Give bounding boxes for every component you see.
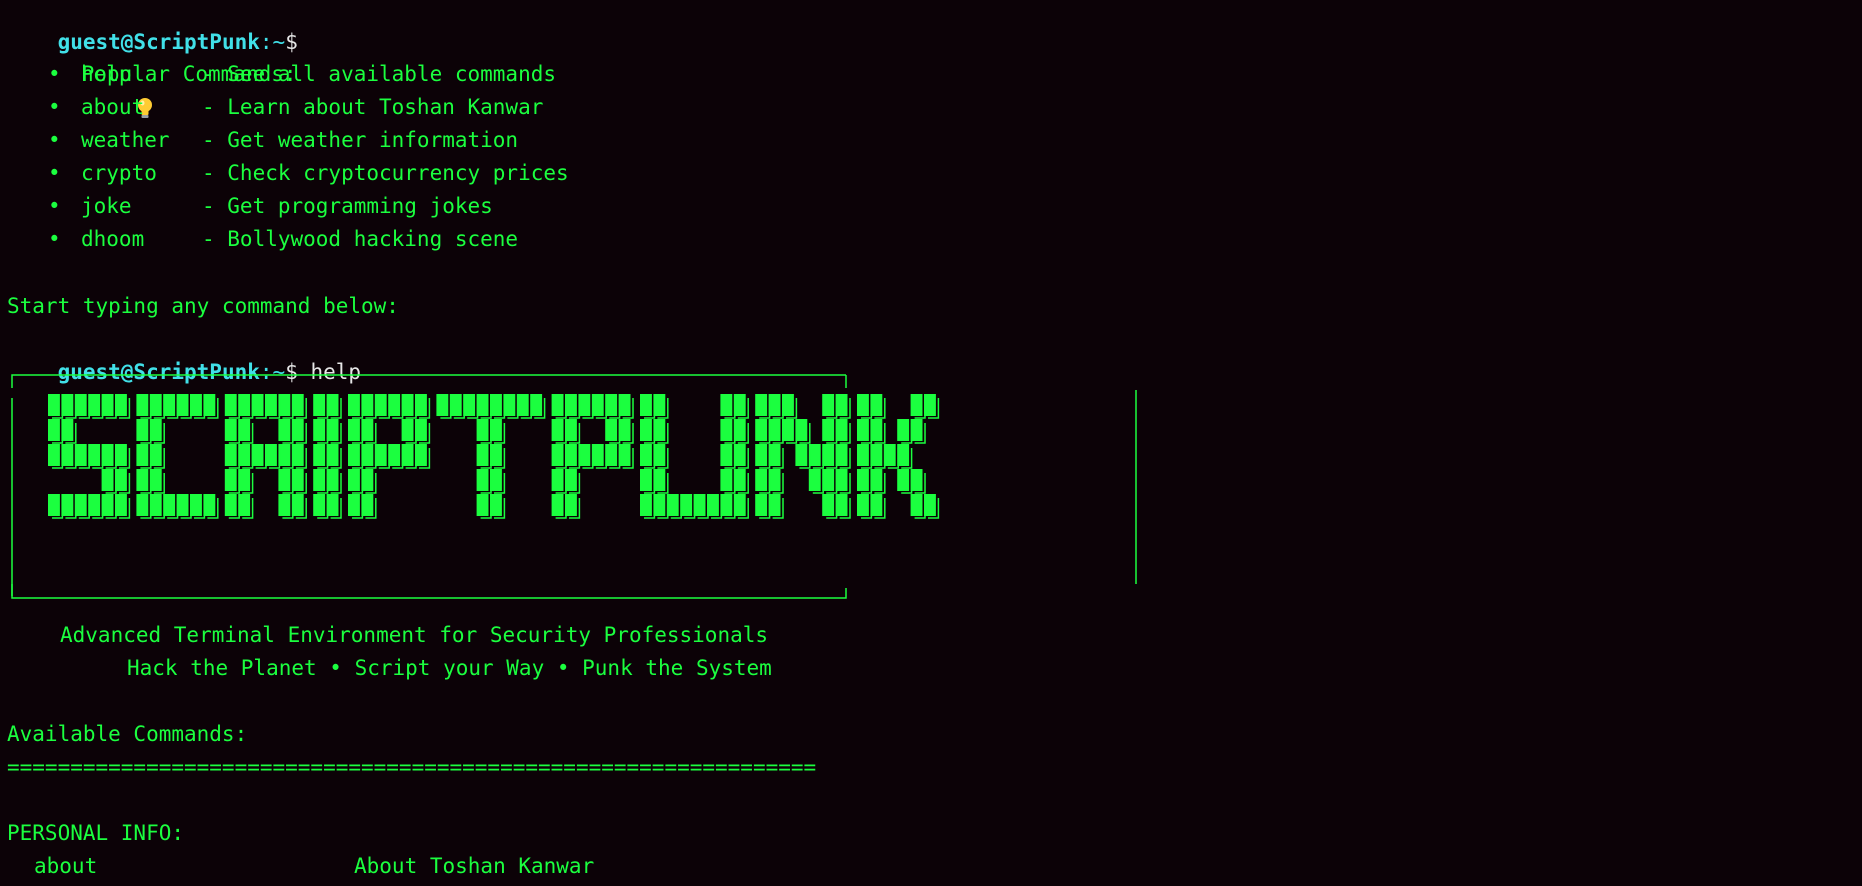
command-name: joke [81, 194, 132, 218]
command-description: - Get weather information [202, 128, 519, 152]
command-description: - Bollywood hacking scene [202, 227, 519, 251]
bullet-glyph: • [48, 95, 61, 119]
bullet-glyph: • [48, 194, 61, 218]
command-description: About Toshan Kanwar [354, 854, 595, 878]
command-description: - See all available commands [202, 62, 557, 86]
bullet-glyph: • [48, 161, 61, 185]
command-name: about [81, 95, 145, 119]
popular-command-item: • about - Learn about Toshan Kanwar [7, 91, 907, 124]
command-name: help [81, 62, 132, 86]
prompt-line-entered: guest@ScriptPunk:~$ help [7, 323, 362, 384]
command-description: - Learn about Toshan Kanwar [202, 95, 544, 119]
available-commands-title: Available Commands: [7, 722, 248, 746]
command-description: - Get programming jokes [202, 194, 493, 218]
terminal-window[interactable]: guest@ScriptPunk:~$ Popular Commands: • h… [0, 0, 1862, 886]
popular-command-item: • crypto - Check cryptocurrency prices [7, 157, 907, 190]
command-name: weather [81, 128, 170, 152]
command-description: - Check cryptocurrency prices [202, 161, 569, 185]
divider-rule: ========================================… [7, 755, 817, 779]
popular-commands-title: Popular Commands: [7, 25, 297, 118]
command-name: about [34, 854, 98, 878]
scriptpunk-ascii-logo [11, 374, 1137, 599]
bullet-glyph: • [48, 227, 61, 251]
bullet-glyph: • [48, 128, 61, 152]
popular-command-item: • help - See all available commands [7, 58, 907, 91]
banner-tagline-secondary: Hack the Planet • Script your Way • Punk… [127, 656, 772, 680]
command-name: crypto [81, 161, 157, 185]
bullet-glyph: • [48, 62, 61, 86]
start-hint: Start typing any command below: [7, 294, 399, 318]
command-name: dhoom [81, 227, 145, 251]
popular-command-item: • weather - Get weather information [7, 124, 907, 157]
banner-tagline-primary: Advanced Terminal Environment for Securi… [60, 623, 769, 647]
prompt-line: guest@ScriptPunk:~$ [7, 0, 298, 54]
popular-command-item: • joke - Get programming jokes [7, 190, 907, 223]
popular-command-item: • dhoom - Bollywood hacking scene [7, 223, 907, 256]
section-title-personal-info: PERSONAL INFO: [7, 821, 185, 845]
help-command-item: about About Toshan Kanwar [7, 850, 907, 883]
